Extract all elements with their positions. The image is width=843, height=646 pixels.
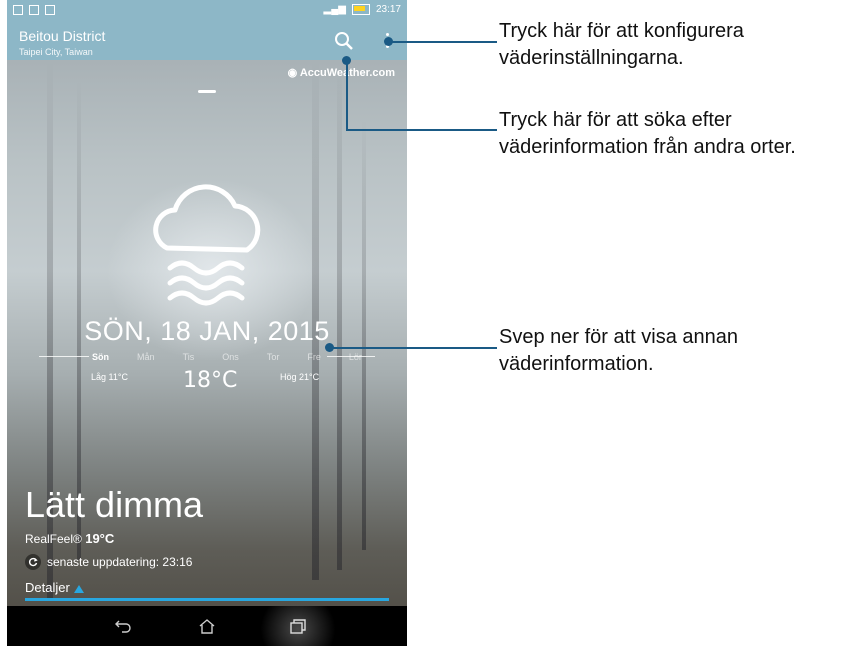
day-tab[interactable]: Fre (307, 352, 321, 362)
callout-line (346, 60, 348, 130)
refresh-icon (28, 557, 38, 567)
day-tab[interactable]: Tor (267, 352, 280, 362)
callout-line (346, 129, 497, 131)
drag-handle[interactable] (198, 90, 216, 93)
forecast-date: SÖN, 18 JAN, 2015 (84, 316, 330, 346)
day-tab[interactable]: Lör (349, 352, 362, 362)
realfeel-label: RealFeel® (25, 532, 82, 546)
day-tab[interactable]: Sön (92, 352, 109, 362)
realfeel: RealFeel® 19°C (25, 531, 114, 546)
update-text: senaste uppdatering: 23:16 (47, 555, 193, 569)
realfeel-value: 19°C (85, 531, 115, 546)
back-button[interactable] (103, 610, 143, 642)
day-tab[interactable]: Mån (137, 352, 155, 362)
city-name: Beitou District (19, 28, 106, 44)
weather-condition: Lätt dimma (25, 484, 204, 525)
callout-settings: Tryck här för att konfigurera väderinstä… (499, 20, 744, 69)
home-button[interactable] (187, 610, 227, 642)
provider-logo: ◉ AccuWeather.com (288, 66, 395, 79)
app-bar: Beitou District Taipei City, Taiwan (7, 22, 407, 60)
fog-cloud-icon (153, 184, 261, 306)
callout-line (391, 41, 497, 43)
home-icon (199, 619, 215, 634)
navigation-bar (7, 606, 407, 646)
day-divider (39, 356, 89, 357)
details-toggle[interactable]: Detaljer (25, 580, 84, 595)
back-icon (115, 620, 131, 633)
details-bar-fill (25, 598, 389, 601)
notification-icon (29, 5, 39, 15)
callout-search: Tryck här för att söka efter väderinform… (499, 109, 796, 158)
search-icon (335, 32, 353, 50)
day-tab[interactable]: Tis (183, 352, 195, 362)
recent-apps-icon (290, 619, 306, 634)
day-selector[interactable]: Sön Mån Tis Ons Tor Fre Lör (92, 352, 362, 362)
notification-icon (13, 5, 23, 15)
arrow-up-icon (73, 584, 84, 593)
region-name: Taipei City, Taiwan (19, 47, 93, 57)
search-button[interactable] (333, 30, 355, 52)
details-bar (25, 598, 389, 601)
high-temp: Hög 21°C (280, 372, 320, 382)
day-tab[interactable]: Ons (222, 352, 239, 362)
callout-line (332, 347, 497, 349)
last-update: senaste uppdatering: 23:16 (25, 554, 192, 570)
refresh-button[interactable] (25, 554, 41, 570)
low-temp: Låg 11°C (91, 372, 128, 382)
menu-dot-icon (385, 33, 389, 36)
current-temp: 18°C (183, 368, 238, 393)
battery-icon (351, 4, 370, 15)
notification-icon (45, 5, 55, 15)
details-label: Detaljer (25, 580, 70, 595)
signal-icon: ▂▄▆ (323, 4, 346, 15)
callout-swipe: Svep ner för att visa annan väderinforma… (499, 326, 739, 375)
recent-apps-button[interactable] (278, 610, 318, 642)
status-time: 23:17 (375, 4, 401, 15)
status-bar: ▂▄▆ 23:17 (7, 0, 407, 22)
